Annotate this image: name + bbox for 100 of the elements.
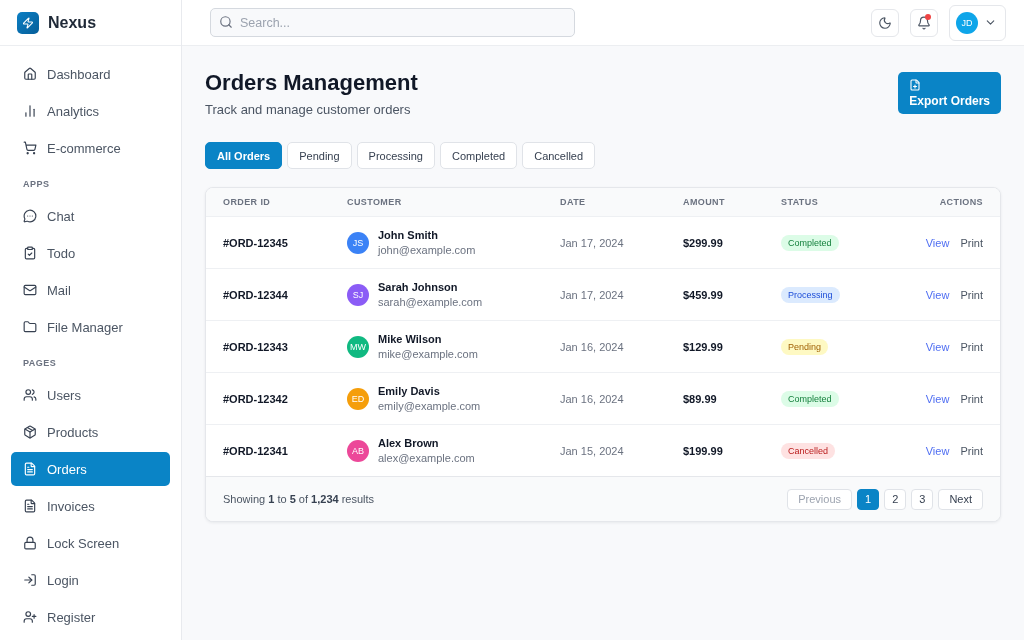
column-header: AMOUNT: [683, 197, 725, 207]
column-header: CUSTOMER: [347, 197, 402, 207]
login-icon: [23, 573, 37, 587]
file-plus-icon: [909, 78, 922, 91]
print-link[interactable]: Print: [960, 288, 983, 301]
logo-icon: [17, 11, 39, 34]
page-button[interactable]: 2: [884, 488, 907, 510]
customer-email: john@example.com: [378, 244, 476, 256]
print-link[interactable]: Print: [960, 236, 983, 249]
section-heading: PAGES: [23, 357, 57, 369]
view-link[interactable]: View: [925, 444, 950, 457]
status-badge: Completed: [781, 390, 839, 407]
export-button[interactable]: Export Orders: [898, 72, 1001, 114]
order-id: #ORD-12345: [223, 236, 288, 249]
order-amount: $199.99: [683, 444, 723, 457]
status-badge: Completed: [781, 234, 839, 251]
document-icon: [23, 499, 37, 513]
order-amount: $89.99: [683, 392, 717, 405]
customer-name: Mike Wilson: [378, 333, 442, 345]
sidebar-item[interactable]: Login: [11, 563, 170, 597]
theme-toggle-button[interactable]: [871, 8, 899, 37]
status-badge: Processing: [781, 286, 840, 303]
cube-icon: [23, 425, 37, 439]
sidebar-item[interactable]: Orders: [11, 452, 170, 486]
bell-icon: [917, 15, 931, 30]
customer-name: Sarah Johnson: [378, 281, 458, 293]
sidebar-item[interactable]: Users: [11, 378, 170, 412]
filter-tab[interactable]: All Orders: [205, 142, 283, 169]
customer-name: Alex Brown: [378, 437, 439, 449]
folder-icon: [23, 320, 37, 334]
order-date: Jan 15, 2024: [560, 444, 624, 457]
user-avatar: JD: [956, 11, 978, 34]
search-icon: [219, 15, 233, 29]
order-date: Jan 16, 2024: [560, 392, 624, 405]
sidebar-item[interactable]: Mail: [11, 273, 170, 307]
envelope-icon: [23, 283, 37, 297]
sidebar-item[interactable]: File Manager: [11, 310, 170, 344]
sidebar-item[interactable]: Invoices: [11, 489, 170, 523]
column-header: DATE: [560, 197, 586, 207]
filter-tab[interactable]: Pending: [287, 142, 352, 169]
chat-bubble-icon: [23, 209, 37, 223]
section-heading: APPS: [23, 178, 50, 190]
clipboard-check-icon: [23, 246, 37, 260]
view-link[interactable]: View: [925, 340, 950, 353]
bar-chart-icon: [23, 104, 37, 118]
notifications-button[interactable]: [910, 8, 938, 37]
order-amount: $129.99: [683, 340, 723, 353]
filter-tab[interactable]: Completed: [440, 142, 518, 169]
sidebar-item[interactable]: Products: [11, 415, 170, 449]
order-id: #ORD-12342: [223, 392, 288, 405]
customer-email: mike@example.com: [378, 348, 478, 360]
order-date: Jan 17, 2024: [560, 288, 624, 301]
brand-name: Nexus: [48, 13, 97, 32]
customer-email: sarah@example.com: [378, 296, 483, 308]
print-link[interactable]: Print: [960, 340, 983, 353]
order-date: Jan 17, 2024: [560, 236, 624, 249]
sidebar-item[interactable]: Dashboard: [11, 57, 170, 91]
customer-name: John Smith: [378, 229, 438, 241]
filter-tab[interactable]: Processing: [356, 142, 435, 169]
customer-avatar: SJ: [347, 283, 369, 306]
user-plus-icon: [23, 610, 37, 624]
customer-email: alex@example.com: [378, 452, 475, 464]
view-link[interactable]: View: [925, 392, 950, 405]
view-link[interactable]: View: [925, 288, 950, 301]
document-icon: [23, 462, 37, 476]
print-link[interactable]: Print: [960, 392, 983, 405]
sidebar-item[interactable]: Register: [11, 600, 170, 634]
order-id: #ORD-12343: [223, 340, 288, 353]
search-field[interactable]: Search...: [210, 8, 575, 37]
lock-icon: [23, 536, 37, 550]
customer-email: emily@example.com: [378, 400, 481, 412]
sidebar-item[interactable]: Lock Screen: [11, 526, 170, 560]
order-date: Jan 16, 2024: [560, 340, 624, 353]
results-summary: Showing 1 to 5 of 1,234 results: [223, 493, 375, 505]
sidebar-item[interactable]: Chat: [11, 199, 170, 233]
print-link[interactable]: Print: [960, 444, 983, 457]
column-header: STATUS: [781, 197, 819, 207]
page-button[interactable]: 1: [857, 488, 880, 510]
page-title: Orders Management: [205, 70, 418, 96]
sidebar-item[interactable]: Todo: [11, 236, 170, 270]
status-badge: Cancelled: [781, 442, 836, 459]
page-button[interactable]: 3: [911, 488, 934, 510]
users-icon: [23, 388, 37, 402]
moon-icon: [878, 15, 892, 30]
sidebar-item[interactable]: Analytics: [11, 94, 170, 128]
order-id: #ORD-12341: [223, 444, 288, 457]
order-id: #ORD-12344: [223, 288, 288, 301]
column-header: ORDER ID: [223, 197, 271, 207]
next-button[interactable]: Next: [938, 488, 983, 510]
filter-tab[interactable]: Cancelled: [522, 142, 596, 169]
home-icon: [23, 67, 37, 81]
column-header: ACTIONS: [939, 197, 983, 207]
order-amount: $299.99: [683, 236, 723, 249]
view-link[interactable]: View: [925, 236, 950, 249]
order-amount: $459.99: [683, 288, 723, 301]
customer-avatar: JS: [347, 231, 369, 254]
customer-name: Emily Davis: [378, 385, 440, 397]
page-subtitle: Track and manage customer orders: [205, 102, 411, 118]
customer-avatar: MW: [347, 335, 369, 358]
sidebar-item[interactable]: E-commerce: [11, 131, 170, 165]
